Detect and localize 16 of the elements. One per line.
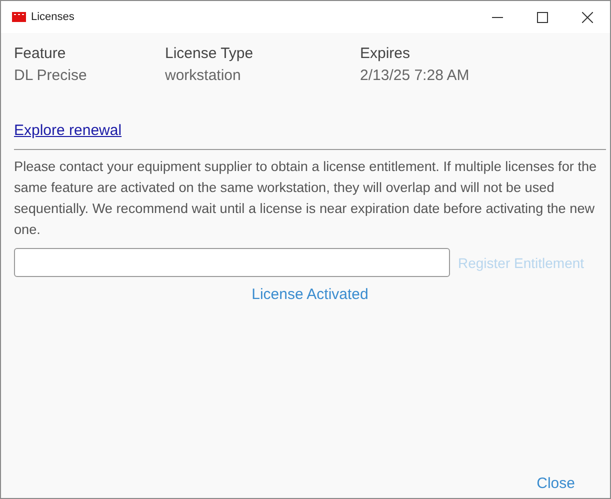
app-icon	[12, 12, 26, 22]
close-button[interactable]: Close	[536, 475, 575, 492]
message-text: Please contact your equipment supplier to obtain a license entitlement. If multiple licenses for the same feature are activated on the same workstation, they will overlap and will not be used sequentially. We recommend wait until a license is near expiration date before activating the new one.	[14, 158, 598, 239]
window-title: Licenses	[31, 11, 74, 23]
maximize-icon	[536, 12, 548, 22]
table-cell: 2/13/25 7:28 AM	[360, 67, 470, 84]
explore-renewal-link[interactable]: Explore renewal	[14, 122, 122, 139]
close-icon	[582, 12, 592, 22]
table-cell: DL Precise	[14, 67, 87, 84]
minimize-icon	[492, 16, 502, 18]
entitlement-input-field[interactable]	[14, 248, 450, 277]
status-text: License Activated	[252, 286, 368, 303]
table-cell: workstation	[165, 67, 241, 84]
column-header: Feature	[14, 45, 66, 62]
column-header: License Type	[165, 45, 254, 62]
column-header: Expires	[360, 45, 410, 62]
